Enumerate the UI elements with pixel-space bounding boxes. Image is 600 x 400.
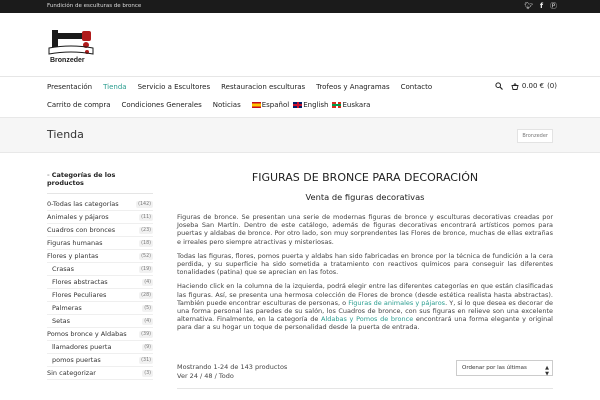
category-item[interactable]: Cuadros con bronces (23) [47,224,153,237]
link-animales[interactable]: Figuras de animales y pájaros [348,299,445,307]
results-info: Mostrando 1-24 de 143 productos Ver 24 /… [177,363,287,380]
category-label: 0-Todas las categorías [47,200,119,208]
site-tagline: Fundición de esculturas de bronce [47,3,142,9]
page-title-band: Tienda Bronzeder [0,117,600,153]
category-item[interactable]: 0-Todas las categorías (142) [47,198,153,211]
results-count: Mostrando 1-24 de 143 productos [177,363,288,371]
per-page-selector[interactable]: Ver 24 / 48 / Todo [177,372,287,381]
category-count-badge: (52) [139,252,153,260]
category-label: pomos puertas [52,356,101,364]
category-count-badge: (19) [139,265,153,273]
lang-euskara[interactable]: Euskara [332,101,370,109]
category-count-badge: (4) [142,278,153,286]
sort-dropdown[interactable]: Ordenar por las últimas ▲ ▼ [456,360,553,377]
nav-restauracion[interactable]: Restauracion esculturas [221,83,305,91]
category-count-badge: (11) [139,213,153,221]
main-navigation: Presentación Tienda Servicio a Escultore… [47,79,557,119]
shop-description: FIGURAS DE BRONCE PARA DECORACIÓN Venta … [177,171,553,338]
category-label: Crasas [52,265,74,273]
dropdown-arrows-icon: ▲ ▼ [545,365,549,377]
pinterest-icon[interactable]: Ⓟ [550,2,557,11]
lang-english[interactable]: English [293,101,328,109]
category-label: Pomos bronce y Aldabas [47,330,127,338]
cart-button[interactable]: 0.00 € (0) [511,82,557,90]
category-count-badge: (31) [139,356,153,364]
uk-flag-icon [293,102,303,108]
category-item[interactable]: Setas (4) [47,315,153,328]
logo-text: Bronzeder [50,57,85,64]
category-label: Animales y pájaros [47,213,109,221]
sidebar-heading: - Categorías de los productos [47,171,153,194]
category-sidebar: - Categorías de los productos 0-Todas las… [47,171,153,380]
category-count-badge: (23) [139,226,153,234]
category-item[interactable]: Flores y plantas (52) [47,250,153,263]
category-count-badge: (4) [142,317,153,325]
basket-icon [511,82,519,90]
category-count-badge: (5) [142,304,153,312]
category-item[interactable]: llamadores puerta (9) [47,341,153,354]
cart-count: (0) [547,82,557,90]
category-count-badge: (28) [139,291,153,299]
nav-carrito[interactable]: Carrito de compra [47,101,111,109]
category-item[interactable]: Palmeras (5) [47,302,153,315]
sort-selected: Ordenar por las últimas [462,365,527,371]
search-icon[interactable] [495,82,503,90]
category-item[interactable]: Sin categorizar (3) [47,367,153,380]
site-header: Bronzeder [0,13,600,77]
category-count-badge: (18) [139,239,153,247]
category-label: Figuras humanas [47,239,103,247]
category-count-badge: (142) [136,200,153,208]
bronzeder-logo[interactable]: Bronzeder [47,28,95,66]
category-list: 0-Todas las categorías (142) Animales y pá… [47,198,153,380]
link-aldabas-pomos[interactable]: Aldabas y Pomos de bronce [321,315,413,323]
category-count-badge: (9) [142,343,153,351]
paragraph-intro: Figuras de bronce. Se presentan una seri… [177,213,553,246]
category-count-badge: (39) [139,330,153,338]
nav-noticias[interactable]: Noticias [213,101,241,109]
category-label: Palmeras [52,304,82,312]
nav-servicio-escultores[interactable]: Servicio a Escultores [138,83,211,91]
cart-total: 0.00 € [521,82,545,90]
page-title: Tienda [47,128,84,141]
content-heading: FIGURAS DE BRONCE PARA DECORACIÓN [251,171,479,184]
nav-tienda[interactable]: Tienda [103,83,126,91]
breadcrumb[interactable]: Bronzeder [517,129,553,143]
category-item[interactable]: Crasas (19) [47,263,153,276]
nav-condiciones[interactable]: Condiciones Generales [122,101,202,109]
category-item[interactable]: Animales y pájaros (11) [47,211,153,224]
social-links: 🐦︎ f Ⓟ [524,2,557,11]
category-label: Flores Peculiares [52,291,107,299]
category-label: Flores abstractas [52,278,108,286]
category-count-badge: (3) [142,369,153,377]
category-label: Flores y plantas [47,252,99,260]
twitter-icon[interactable]: 🐦︎ [524,2,533,11]
nav-presentacion[interactable]: Presentación [47,83,92,91]
category-label: llamadores puerta [52,343,112,351]
lang-espanol[interactable]: Español [251,101,289,109]
nav-trofeos[interactable]: Trofeos y Anagramas [316,83,389,91]
category-item[interactable]: Flores Peculiares (28) [47,289,153,302]
facebook-icon[interactable]: f [540,2,543,11]
category-label: Setas [52,317,71,325]
nav-contacto[interactable]: Contacto [401,83,433,91]
spain-flag-icon [251,102,261,108]
category-label: Cuadros con bronces [47,226,116,234]
category-label: Sin categorizar [47,369,96,377]
category-item[interactable]: Figuras humanas (18) [47,237,153,250]
basque-flag-icon [332,102,342,108]
category-item[interactable]: Flores abstractas (4) [47,276,153,289]
content-subheading: Venta de figuras decorativas [305,192,425,202]
paragraph-categories: Haciendo click en la columna de la izqui… [177,282,554,332]
paragraph-fabrication: Todas las figuras, flores, pomos puerta … [177,251,553,277]
category-item[interactable]: pomos puertas (31) [47,354,153,367]
divider [177,388,553,389]
category-item[interactable]: Pomos bronce y Aldabas (39) [47,328,153,341]
top-bar: Fundición de esculturas de bronce 🐦︎ f Ⓟ [0,0,600,13]
